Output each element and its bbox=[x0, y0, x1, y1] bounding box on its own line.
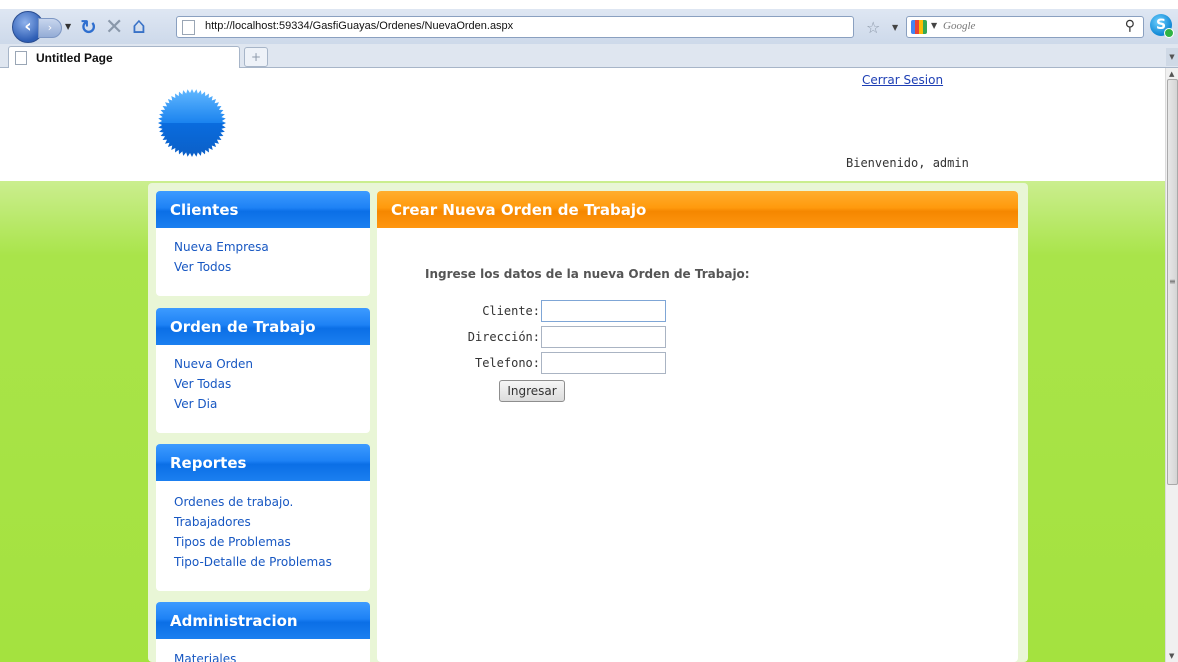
bookmark-dropdown-icon[interactable]: ▼ bbox=[892, 23, 898, 32]
search-engine-dropdown-icon[interactable]: ▼ bbox=[931, 21, 937, 30]
cliente-label: Cliente: bbox=[482, 304, 540, 318]
search-icon[interactable]: ⚲ bbox=[1125, 18, 1135, 34]
home-icon[interactable]: ⌂ bbox=[132, 14, 146, 39]
sidebar-section-clientes: Clientes Nueva Empresa Ver Todos bbox=[156, 191, 370, 296]
browser-toolbar: ‹ › ▼ ↻ ✕ ⌂ http://localhost:59334/Gasfi… bbox=[0, 0, 1178, 44]
sidebar-header-clientes: Clientes bbox=[156, 191, 370, 228]
logout-link[interactable]: Cerrar Sesion bbox=[862, 73, 943, 87]
page-title: Crear Nueva Orden de Trabajo bbox=[377, 191, 1018, 228]
title-strip bbox=[0, 0, 1178, 9]
sidebar-header-administracion: Administracion bbox=[156, 602, 370, 639]
page-viewport: Cerrar Sesion Bienvenido, admin Clientes… bbox=[0, 68, 1165, 662]
new-tab-button[interactable]: + bbox=[244, 47, 268, 67]
sidebar-section-reportes: Reportes Ordenes de trabajo. Trabajadore… bbox=[156, 444, 370, 591]
search-input[interactable]: Google bbox=[943, 20, 975, 32]
tab-untitled-page[interactable]: Untitled Page bbox=[8, 46, 240, 68]
sidebar-list-administracion: Materiales bbox=[156, 639, 370, 662]
sidebar-item-nueva-orden[interactable]: Nueva Orden bbox=[174, 357, 370, 377]
sidebar-item-ver-todos[interactable]: Ver Todos bbox=[174, 260, 370, 280]
sidebar-item-ver-dia[interactable]: Ver Dia bbox=[174, 397, 370, 417]
page-icon bbox=[182, 20, 195, 35]
site-header: Cerrar Sesion Bienvenido, admin bbox=[0, 68, 1165, 181]
sidebar-header-orden-de-trabajo: Orden de Trabajo bbox=[156, 308, 370, 345]
address-bar[interactable]: http://localhost:59334/GasfiGuayas/Orden… bbox=[176, 16, 854, 38]
sidebar: Clientes Nueva Empresa Ver Todos Orden d… bbox=[156, 191, 370, 662]
reload-icon[interactable]: ↻ bbox=[80, 15, 97, 39]
navigation-row: ‹ › ▼ ↻ ✕ ⌂ http://localhost:59334/Gasfi… bbox=[0, 9, 1178, 44]
sidebar-list-orden-de-trabajo: Nueva Orden Ver Todas Ver Dia bbox=[156, 345, 370, 417]
telefono-label: Telefono: bbox=[474, 356, 540, 370]
sidebar-item-tipos-de-problemas[interactable]: Tipos de Problemas bbox=[174, 535, 370, 555]
search-bar[interactable]: ▼ Google ⚲ bbox=[906, 16, 1144, 38]
submit-button[interactable]: Ingresar bbox=[499, 380, 565, 402]
sidebar-item-materiales[interactable]: Materiales bbox=[174, 652, 370, 662]
search-engine-icon[interactable] bbox=[911, 20, 927, 34]
forward-icon[interactable]: › bbox=[38, 18, 62, 38]
stop-icon[interactable]: ✕ bbox=[105, 15, 123, 40]
tab-page-icon bbox=[15, 51, 27, 65]
form-row-telefono: Telefono: bbox=[377, 352, 1018, 374]
logo-icon bbox=[158, 89, 226, 157]
scroll-up-icon[interactable]: ▲ bbox=[1169, 70, 1174, 78]
direccion-label: Dirección: bbox=[467, 330, 540, 344]
main-panel: Crear Nueva Orden de Trabajo Ingrese los… bbox=[377, 191, 1018, 662]
sidebar-list-clientes: Nueva Empresa Ver Todos bbox=[156, 228, 370, 280]
sidebar-item-trabajadores[interactable]: Trabajadores bbox=[174, 515, 370, 535]
sidebar-item-ordenes-de-trabajo[interactable]: Ordenes de trabajo. bbox=[174, 495, 370, 515]
content-wrapper: Clientes Nueva Empresa Ver Todos Orden d… bbox=[148, 183, 1028, 662]
sidebar-section-orden-de-trabajo: Orden de Trabajo Nueva Orden Ver Todas V… bbox=[156, 308, 370, 433]
direccion-input[interactable] bbox=[541, 326, 666, 348]
sidebar-header-reportes: Reportes bbox=[156, 444, 370, 481]
sidebar-item-tipo-detalle-de-problemas[interactable]: Tipo-Detalle de Problemas bbox=[174, 555, 370, 575]
history-dropdown-icon[interactable]: ▼ bbox=[65, 22, 71, 31]
bookmark-star-icon[interactable]: ☆ bbox=[866, 18, 880, 37]
tab-label: Untitled Page bbox=[36, 51, 113, 65]
vertical-scrollbar[interactable]: ▲ ≡ ▼ bbox=[1165, 68, 1178, 662]
sidebar-item-ver-todas[interactable]: Ver Todas bbox=[174, 377, 370, 397]
tab-bar: Untitled Page + ▼ bbox=[0, 44, 1178, 68]
tab-list-dropdown-icon[interactable]: ▼ bbox=[1166, 48, 1178, 66]
address-text[interactable]: http://localhost:59334/GasfiGuayas/Orden… bbox=[205, 20, 513, 32]
sidebar-item-nueva-empresa[interactable]: Nueva Empresa bbox=[174, 240, 370, 260]
sidebar-section-administracion: Administracion Materiales bbox=[156, 602, 370, 662]
scroll-down-icon[interactable]: ▼ bbox=[1169, 652, 1174, 660]
welcome-text: Bienvenido, admin bbox=[846, 156, 969, 170]
form-row-direccion: Dirección: bbox=[377, 326, 1018, 348]
form-intro: Ingrese los datos de la nueva Orden de T… bbox=[425, 267, 750, 281]
telefono-input[interactable] bbox=[541, 352, 666, 374]
form-row-cliente: Cliente: bbox=[377, 300, 1018, 322]
scroll-grip-icon: ≡ bbox=[1169, 277, 1176, 286]
status-badge-icon bbox=[1164, 28, 1174, 38]
cliente-input[interactable] bbox=[541, 300, 666, 322]
sidebar-list-reportes: Ordenes de trabajo. Trabajadores Tipos d… bbox=[156, 481, 370, 575]
